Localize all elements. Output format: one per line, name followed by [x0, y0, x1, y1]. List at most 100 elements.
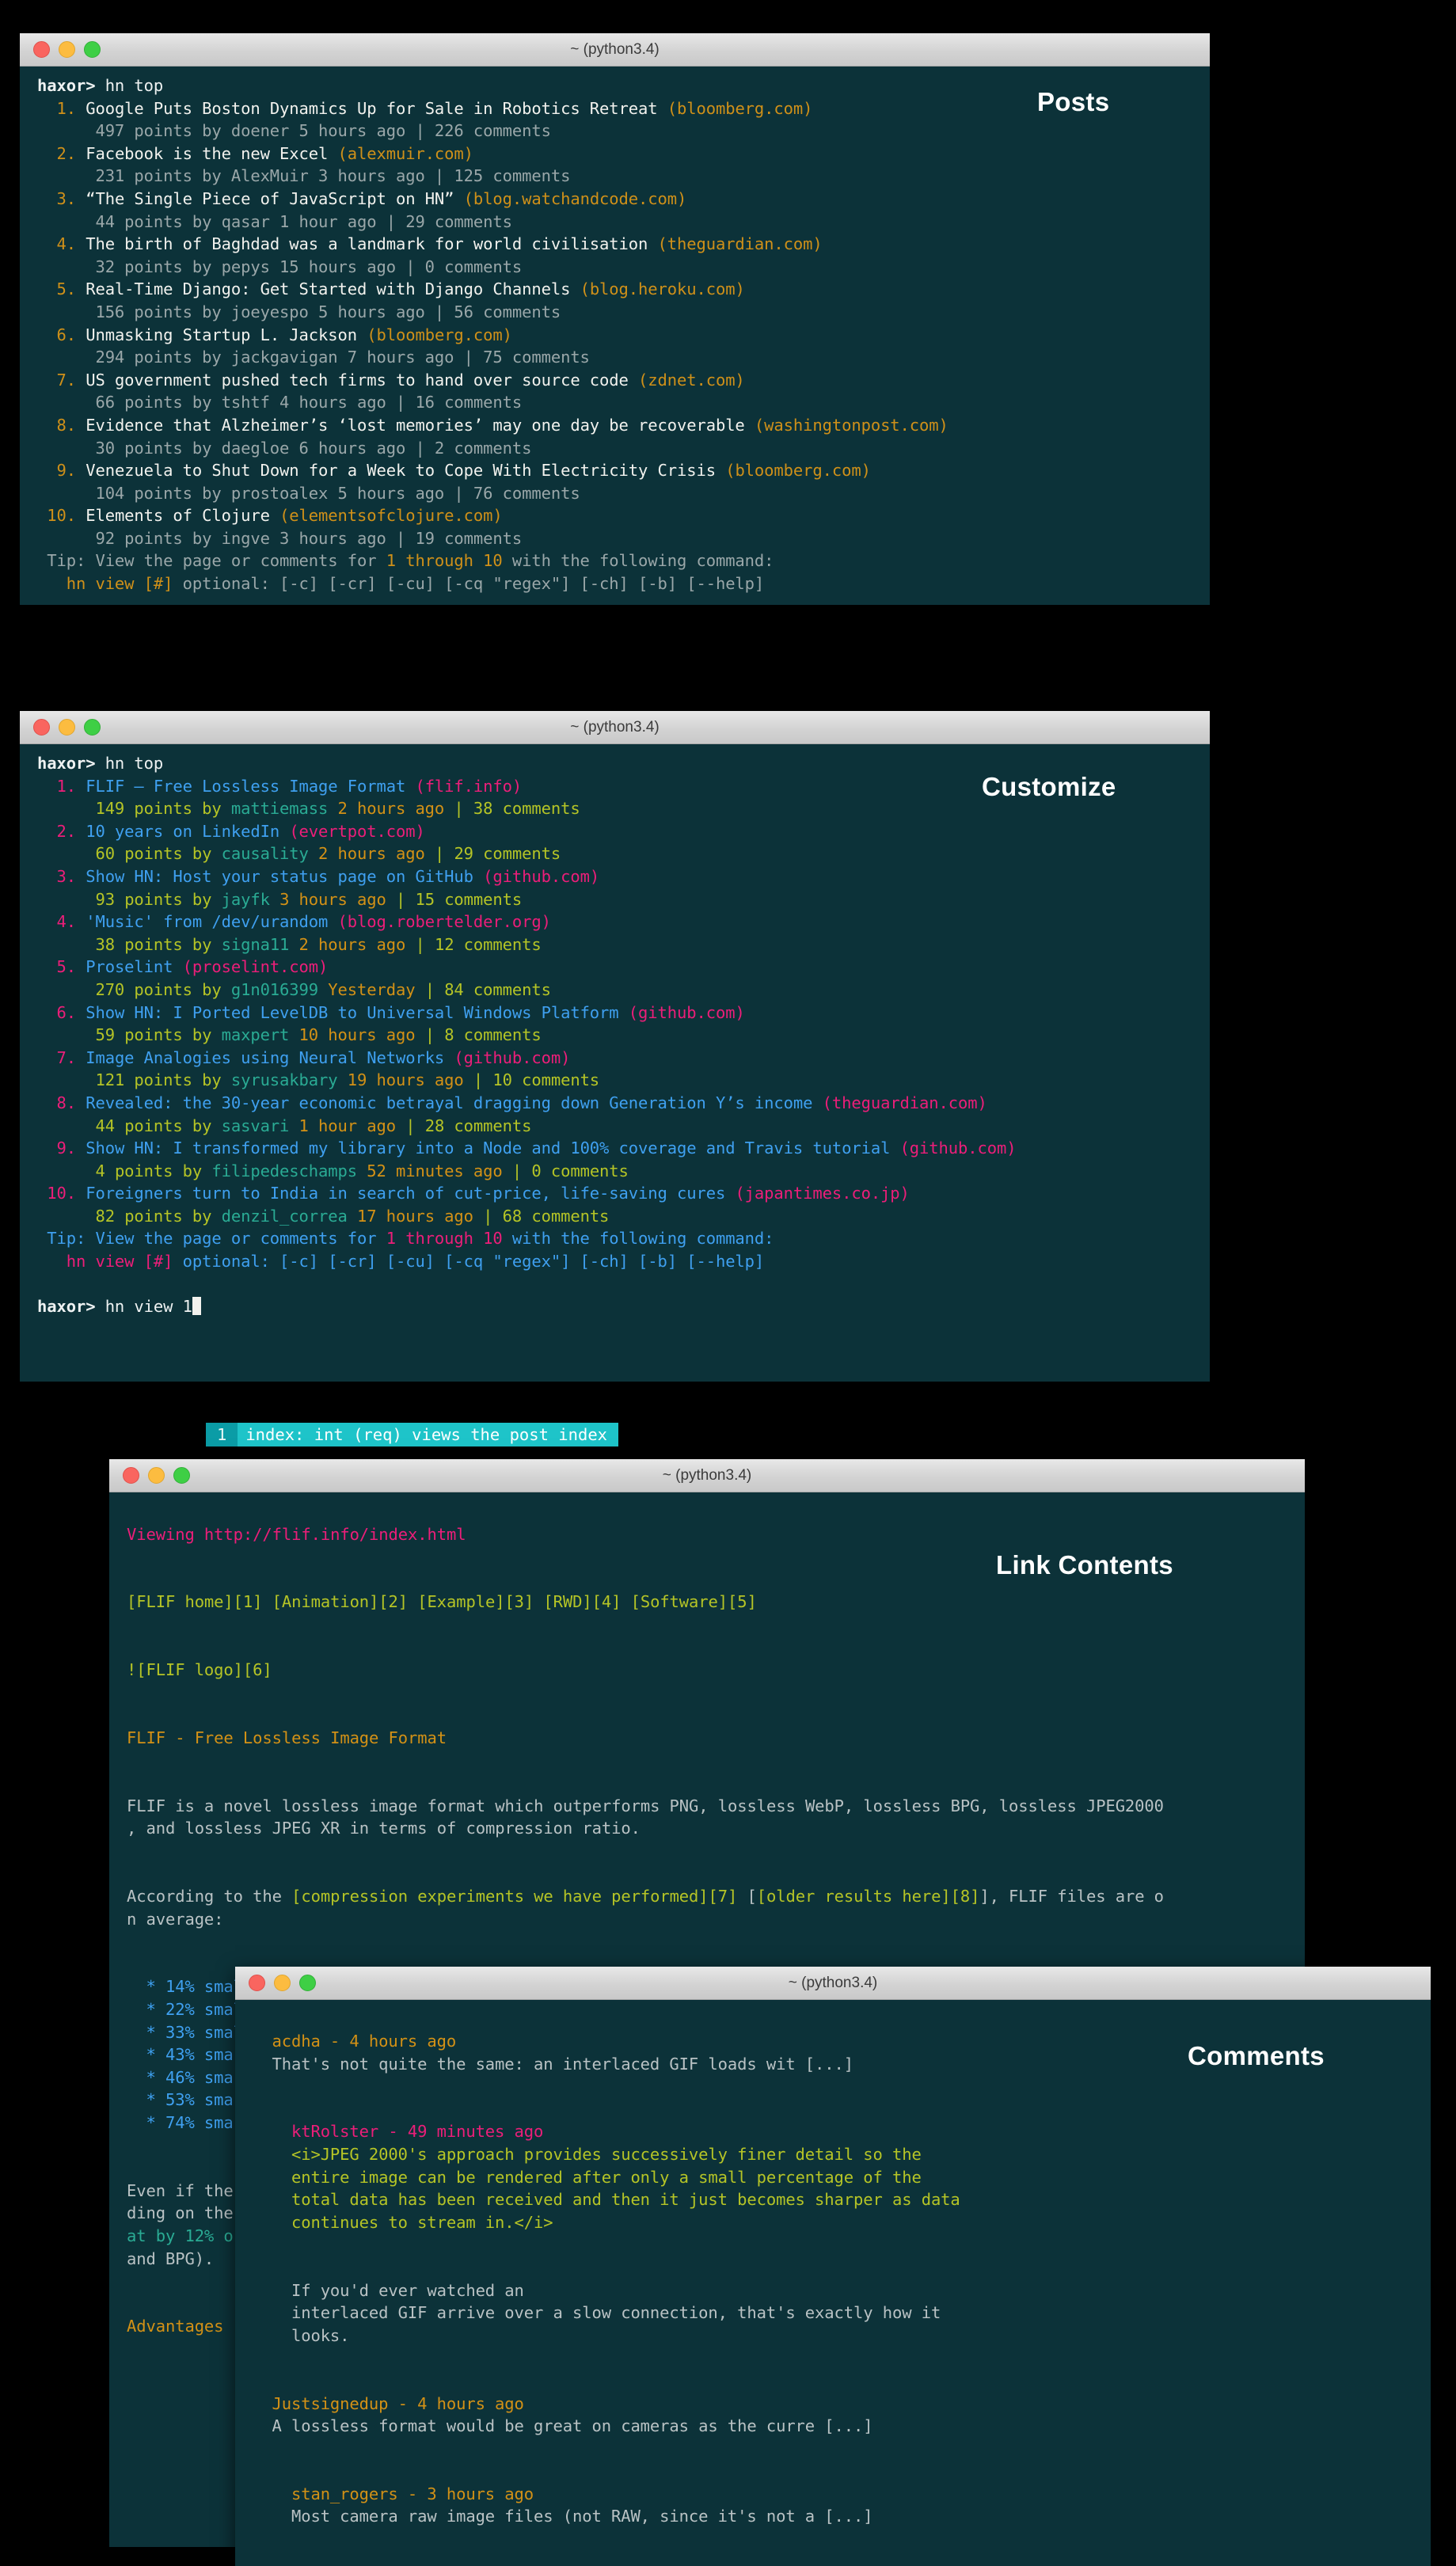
page-nav-links: [FLIF home][1] [Animation][2] [Example][… [127, 1592, 757, 1611]
page-paragraph: According to the [127, 1887, 291, 1906]
blank-line [235, 2098, 1431, 2121]
comment-body: entire image can be rendered after only … [253, 2168, 922, 2187]
comment-author: stan_rogers - 3 hours ago [253, 2484, 534, 2503]
post-meta: 104 points by prostoalex 5 hours ago | 7… [37, 484, 580, 503]
post-url: (bloomberg.com) [667, 99, 813, 118]
blank-line [235, 2370, 1431, 2393]
post-points-label: points by [124, 1025, 221, 1044]
para-line: n average: [109, 1908, 1305, 1931]
post-comment-count: 28 [425, 1116, 444, 1135]
tip-range: 1 through 10 [386, 1229, 503, 1248]
annotation-link: Link Contents [996, 1550, 1173, 1580]
viewing-line: Viewing http://flif.info/index.html [109, 1523, 1305, 1546]
post-points: 38 [37, 935, 124, 954]
post-row: 10. Elements of Clojure (elementsofcloju… [20, 504, 1210, 527]
shell-command: hn top [95, 754, 163, 773]
post-url: (github.com) [454, 1048, 570, 1067]
titlebar-comments[interactable]: ~ (python3.4) [235, 1967, 1431, 2000]
shell-command-input: hn view 1 [95, 1297, 192, 1316]
post-title: 'Music' from /dev/urandom [86, 912, 337, 931]
page-paragraph: , and lossless JPEG XR in terms of compr… [127, 1819, 641, 1838]
post-row: 10. Foreigners turn to India in search o… [20, 1182, 1210, 1205]
comment-body-line: interlaced GIF arrive over a slow connec… [235, 2302, 1431, 2325]
post-comment-count: 10 [492, 1070, 511, 1089]
post-time: 52 minutes ago [357, 1161, 512, 1180]
post-points: 121 [37, 1070, 134, 1089]
post-meta-row: 104 points by prostoalex 5 hours ago | 7… [20, 482, 1210, 505]
post-points-label: points by [115, 1161, 211, 1180]
post-row: 3. Show HN: Host your status page on Git… [20, 865, 1210, 888]
post-author: syrusakbary [231, 1070, 338, 1089]
post-comment-label: comments [512, 1070, 599, 1089]
post-title: Show HN: Host your status page on GitHub [86, 867, 483, 886]
post-url: (theguardian.com) [658, 234, 823, 253]
tip-command-line: hn view [#] optional: [-c] [-cr] [-cu] [… [20, 572, 1210, 595]
window-title-comments: ~ (python3.4) [235, 1975, 1431, 1992]
terminal-posts[interactable]: haxor> hn top 1. Google Puts Boston Dyna… [20, 67, 1210, 605]
post-url: (alexmuir.com) [338, 144, 473, 163]
post-meta-row: 30 points by daegloe 6 hours ago | 2 com… [20, 437, 1210, 460]
post-comment-count: 12 [435, 935, 454, 954]
post-points: 4 [37, 1161, 115, 1180]
post-url: (github.com) [900, 1139, 1017, 1158]
tip-line: Tip: View the page or comments for 1 thr… [20, 1227, 1210, 1250]
page-paragraph: and BPG). [127, 2249, 214, 2268]
post-separator: | [425, 980, 444, 999]
post-url: (japantimes.co.jp) [735, 1184, 909, 1203]
comment-body: That's not quite the same: an interlaced… [253, 2055, 853, 2074]
comment-body: <i>JPEG 2000's approach provides success… [253, 2145, 922, 2164]
post-row: 9. Show HN: I transformed my library int… [20, 1137, 1210, 1160]
bullet-text: * 46% sma [127, 2068, 234, 2087]
prompt-line-2: haxor> hn view 1 [20, 1295, 1210, 1318]
post-time: 10 hours ago [289, 1025, 424, 1044]
comment-body-line: continues to stream in.</i> [235, 2211, 1431, 2234]
post-time: 17 hours ago [348, 1207, 483, 1226]
page-paragraph: at by 12% o [127, 2226, 234, 2245]
post-url: (blog.heroku.com) [580, 279, 745, 298]
logo-line: ![FLIF logo][6] [109, 1659, 1305, 1682]
titlebar-customize[interactable]: ~ (python3.4) [20, 711, 1210, 744]
window-posts[interactable]: ~ (python3.4) haxor> hn top 1. Google Pu… [20, 33, 1210, 605]
post-row: 7. Image Analogies using Neural Networks… [20, 1047, 1210, 1070]
post-points: 60 [37, 844, 124, 863]
post-comment-count: 0 [531, 1161, 541, 1180]
blank-line [235, 2551, 1431, 2566]
post-meta: 66 points by tshtf 4 hours ago | 16 comm… [37, 393, 522, 412]
autocomplete-suggestion[interactable]: 1 index: int (req) views the post index [206, 1423, 618, 1446]
window-customize[interactable]: ~ (python3.4) haxor> hn top 1. FLIF – Fr… [20, 711, 1210, 1382]
post-time: 3 hours ago [270, 890, 396, 909]
comment-author-line: Justsignedup - 4 hours ago [235, 2393, 1431, 2416]
post-meta-row: 92 points by ingve 3 hours ago | 19 comm… [20, 527, 1210, 550]
post-time: 1 hour ago [289, 1116, 405, 1135]
post-comment-label: comments [435, 890, 522, 909]
nav-line: [FLIF home][1] [Animation][2] [Example][… [109, 1591, 1305, 1614]
post-meta: 32 points by pepys 15 hours ago | 0 comm… [37, 257, 522, 276]
comment-body-line: If you'd ever watched an [235, 2279, 1431, 2302]
post-meta-row: 270 points by g1n016399 Yesterday | 84 c… [20, 979, 1210, 1002]
blank-line [109, 1682, 1305, 1705]
comment-body-line: entire image can be rendered after only … [235, 2166, 1431, 2189]
page-paragraph: Even if the [127, 2181, 234, 2200]
post-meta-row: 44 points by qasar 1 hour ago | 29 comme… [20, 211, 1210, 234]
post-points-label: points by [124, 890, 221, 909]
post-index: 4. [37, 912, 86, 931]
terminal-comments[interactable]: acdha - 4 hours ago That's not quite the… [235, 2000, 1431, 2566]
titlebar-link[interactable]: ~ (python3.4) [109, 1459, 1305, 1492]
tip-command-options: optional: [-c] [-cr] [-cu] [-cq "regex"]… [173, 574, 764, 593]
terminal-customize[interactable]: haxor> hn top 1. FLIF – Free Lossless Im… [20, 744, 1210, 1382]
post-comment-label: comments [492, 799, 580, 818]
titlebar-posts[interactable]: ~ (python3.4) [20, 33, 1210, 67]
post-title: Unmasking Startup L. Jackson [86, 325, 367, 344]
blank-line [235, 2075, 1431, 2098]
post-index: 6. [37, 1003, 86, 1022]
post-title: 10 years on LinkedIn [86, 822, 289, 841]
post-meta-row: 121 points by syrusakbary 19 hours ago |… [20, 1069, 1210, 1092]
post-time: 2 hours ago [309, 844, 435, 863]
post-time: 2 hours ago [289, 935, 415, 954]
post-points: 44 [37, 1116, 124, 1135]
post-url: (elementsofclojure.com) [279, 506, 503, 525]
post-comment-label: comments [454, 935, 541, 954]
post-title: FLIF – Free Lossless Image Format [86, 777, 415, 796]
post-points: 270 [37, 980, 134, 999]
tip-prefix: Tip: View the page or comments for [37, 1229, 386, 1248]
